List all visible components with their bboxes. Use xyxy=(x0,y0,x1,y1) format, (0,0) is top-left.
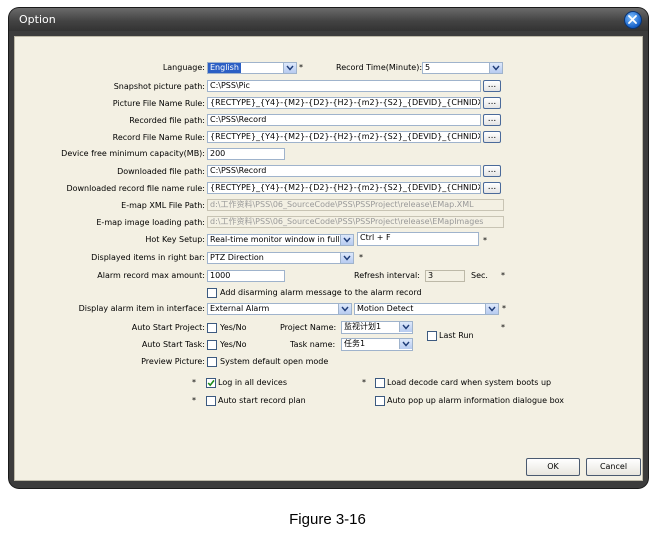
auto-record-label: Auto start record plan xyxy=(218,396,306,405)
free-capacity-label: Device free minimum capacity(MB): xyxy=(61,149,205,158)
display-alarm-required: * xyxy=(502,304,506,313)
chevron-down-icon[interactable] xyxy=(283,63,296,73)
log-all-label: Log in all devices xyxy=(218,378,288,387)
chevron-down-icon[interactable] xyxy=(340,235,353,245)
right-bar-required: * xyxy=(359,253,363,262)
preview-picture-option: System default open mode xyxy=(220,357,329,366)
recorded-path-browse-button[interactable]: ... xyxy=(483,114,501,126)
preview-picture-label: Preview Picture: xyxy=(141,357,205,366)
downloaded-name-rule-button[interactable]: ... xyxy=(483,182,501,194)
auto-record-required: * xyxy=(192,396,196,405)
emap-xml-label: E-map XML File Path: xyxy=(121,201,205,210)
auto-start-task-yesno: Yes/No xyxy=(220,340,247,349)
task-name-select[interactable]: 任务1 xyxy=(341,338,413,351)
emap-image-label: E-map image loading path: xyxy=(96,218,205,227)
right-bar-select[interactable]: PTZ Direction xyxy=(207,252,354,264)
record-name-rule-field[interactable]: {RECTYPE}_{Y4}-{M2}-{D2}-{H2}-{m2}-{S2}_… xyxy=(207,131,481,143)
auto-start-project-yesno: Yes/No xyxy=(220,323,247,332)
chevron-down-icon[interactable] xyxy=(489,63,502,73)
snapshot-path-field[interactable]: C:\PSS\Pic xyxy=(207,80,481,92)
language-required: * xyxy=(299,63,303,72)
downloaded-path-browse-button[interactable]: ... xyxy=(483,165,501,177)
chevron-down-icon[interactable] xyxy=(399,322,412,332)
downloaded-path-label: Downloaded file path: xyxy=(117,167,205,176)
auto-start-project-required: * xyxy=(501,323,505,332)
display-alarm-select-1[interactable]: External Alarm xyxy=(207,303,352,315)
add-disarm-label: Add disarming alarm message to the alarm… xyxy=(220,288,422,297)
option-dialog: Option Language: English * Record Time(M… xyxy=(9,8,648,488)
hotkey-required: * xyxy=(483,236,487,245)
refresh-interval-field[interactable]: 3 xyxy=(425,270,465,282)
auto-popup-checkbox[interactable] xyxy=(375,396,385,406)
chevron-down-icon[interactable] xyxy=(338,304,351,314)
preview-picture-checkbox[interactable] xyxy=(207,357,217,367)
auto-popup-label: Auto pop up alarm information dialogue b… xyxy=(387,396,565,405)
display-alarm-label: Display alarm item in interface: xyxy=(78,304,205,313)
load-decode-required: * xyxy=(362,378,366,387)
options-panel: Language: English * Record Time(Minute):… xyxy=(14,36,643,481)
recorded-path-field[interactable]: C:\PSS\Record xyxy=(207,114,481,126)
downloaded-name-rule-field[interactable]: {RECTYPE}_{Y4}-{M2}-{D2}-{H2}-{m2}-{S2}_… xyxy=(207,182,481,194)
auto-start-task-label: Auto Start Task: xyxy=(141,340,205,349)
hotkey-label: Hot Key Setup: xyxy=(145,235,205,244)
last-run-label: Last Run xyxy=(439,331,474,340)
load-decode-checkbox[interactable] xyxy=(375,378,385,388)
snapshot-browse-button[interactable]: ... xyxy=(483,80,501,92)
record-name-rule-label: Record File Name Rule: xyxy=(112,133,205,142)
downloaded-name-rule-label: Downloaded record file name rule: xyxy=(66,184,205,193)
chevron-down-icon[interactable] xyxy=(485,304,498,314)
record-name-rule-button[interactable]: ... xyxy=(483,131,501,143)
project-name-label: Project Name: xyxy=(280,323,337,332)
hotkey-input[interactable]: Ctrl + F xyxy=(357,232,479,246)
right-bar-label: Displayed items in right bar: xyxy=(91,253,205,262)
title-bar[interactable]: Option xyxy=(9,8,648,31)
close-icon[interactable] xyxy=(624,11,642,29)
project-name-select[interactable]: 监视计划1 xyxy=(341,321,413,334)
figure-caption: Figure 3-16 xyxy=(289,511,366,528)
recorded-path-label: Recorded file path: xyxy=(129,116,205,125)
cancel-button[interactable]: Cancel xyxy=(586,458,641,476)
snapshot-path-label: Snapshot picture path: xyxy=(113,82,205,91)
alarm-record-max-label: Alarm record max amount: xyxy=(97,271,205,280)
free-capacity-field[interactable]: 200 xyxy=(207,148,285,160)
picture-name-rule-label: Picture File Name Rule: xyxy=(112,99,205,108)
log-all-checkbox[interactable] xyxy=(206,378,216,388)
ok-button[interactable]: OK xyxy=(526,458,580,476)
display-alarm-select-2[interactable]: Motion Detect xyxy=(354,303,499,315)
hotkey-select[interactable]: Real-time monitor window in full sc xyxy=(207,234,354,246)
record-time-select[interactable]: 5 xyxy=(422,62,503,74)
downloaded-path-field[interactable]: C:\PSS\Record xyxy=(207,165,481,177)
chevron-down-icon[interactable] xyxy=(399,339,412,349)
alarm-record-max-field[interactable]: 1000 xyxy=(207,270,285,282)
load-decode-label: Load decode card when system boots up xyxy=(387,378,552,387)
task-name-label: Task name: xyxy=(290,340,336,349)
auto-start-task-checkbox[interactable] xyxy=(207,340,217,350)
add-disarm-checkbox[interactable] xyxy=(207,288,217,298)
record-time-label: Record Time(Minute): xyxy=(336,63,423,72)
language-label: Language: xyxy=(162,63,205,72)
emap-xml-field[interactable]: d:\工作资料\PSS\06_SourceCode\PSS\PSSProject… xyxy=(207,199,504,211)
picture-name-rule-field[interactable]: {RECTYPE}_{Y4}-{M2}-{D2}-{H2}-{m2}-{S2}_… xyxy=(207,97,481,109)
emap-image-field[interactable]: d:\工作资料\PSS\06_SourceCode\PSS\PSSProject… xyxy=(207,216,504,228)
last-run-checkbox[interactable] xyxy=(427,331,437,341)
auto-record-checkbox[interactable] xyxy=(206,396,216,406)
auto-start-project-label: Auto Start Project: xyxy=(131,323,205,332)
refresh-interval-unit: Sec. xyxy=(471,271,488,280)
window-title: Option xyxy=(19,13,56,26)
refresh-interval-required: * xyxy=(501,271,505,280)
chevron-down-icon[interactable] xyxy=(340,253,353,263)
picture-name-rule-button[interactable]: ... xyxy=(483,97,501,109)
auto-start-project-checkbox[interactable] xyxy=(207,323,217,333)
language-select[interactable]: English xyxy=(207,62,297,74)
refresh-interval-label: Refresh interval: xyxy=(354,271,420,280)
log-all-required: * xyxy=(192,378,196,387)
